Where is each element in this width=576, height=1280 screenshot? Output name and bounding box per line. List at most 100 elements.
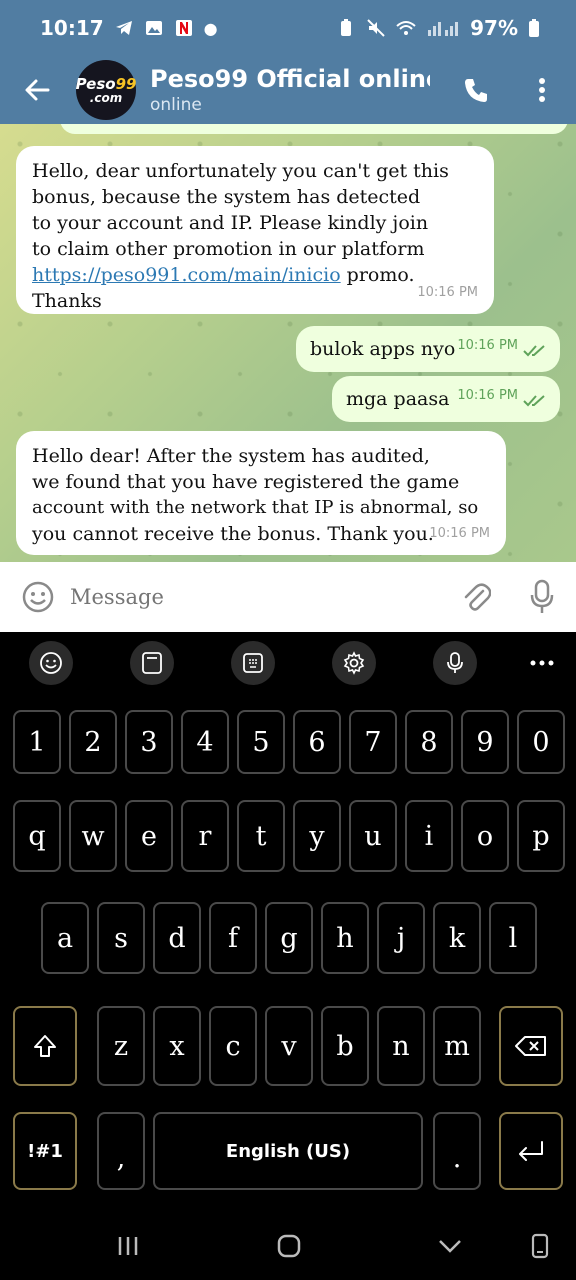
key-j[interactable]: j — [377, 902, 425, 974]
keyboard-layout-button[interactable] — [231, 641, 275, 685]
attach-button[interactable] — [446, 562, 506, 632]
key-p[interactable]: p — [517, 800, 565, 872]
keyboard-more-button[interactable] — [520, 641, 564, 685]
key-h[interactable]: h — [321, 902, 369, 974]
key-l[interactable]: l — [489, 902, 537, 974]
key-0[interactable]: 0 — [517, 710, 565, 774]
voice-message-button[interactable] — [512, 562, 572, 632]
message-input-bar — [0, 562, 576, 632]
key-b[interactable]: b — [321, 1006, 369, 1086]
call-button[interactable] — [448, 56, 504, 124]
key-6[interactable]: 6 — [293, 710, 341, 774]
keyboard-voice-button[interactable] — [433, 641, 477, 685]
wifi-icon — [396, 21, 416, 35]
backspace-icon — [515, 1036, 546, 1056]
key-2[interactable]: 2 — [69, 710, 117, 774]
chat-title-area[interactable]: Peso99 Official online cu online — [150, 65, 430, 115]
key-n[interactable]: n — [377, 1006, 425, 1086]
key-r[interactable]: r — [181, 800, 229, 872]
back-button[interactable] — [0, 56, 76, 124]
keyboard-clipboard-button[interactable] — [130, 641, 174, 685]
key-u[interactable]: u — [349, 800, 397, 872]
chat-area[interactable]: Hello, dear unfortunately you can't get … — [0, 124, 576, 562]
message-line: Hello, dear unfortunately you can't get … — [32, 160, 449, 182]
message-input[interactable] — [70, 577, 430, 617]
more-options-button[interactable] — [514, 56, 570, 124]
status-time: 10:17 — [40, 16, 104, 40]
key-k[interactable]: k — [433, 902, 481, 974]
key-c[interactable]: c — [209, 1006, 257, 1086]
key-o[interactable]: o — [461, 800, 509, 872]
keyboard-switch-button[interactable] — [500, 1212, 576, 1280]
key-a[interactable]: a — [41, 902, 89, 974]
keyboard: 1 2 3 4 5 6 7 8 9 0 q w e r t y u i o p … — [0, 632, 576, 1212]
message-time: 10:16 PM — [457, 388, 518, 403]
key-3[interactable]: 3 — [125, 710, 173, 774]
incoming-message-bubble[interactable]: Hello, dear unfortunately you can't get … — [16, 146, 494, 314]
keyboard-grid-icon — [243, 653, 263, 673]
emoji-icon — [40, 652, 62, 674]
status-bar: 10:17 ● 97% — [0, 0, 576, 56]
key-v[interactable]: v — [265, 1006, 313, 1086]
keyboard-emoji-button[interactable] — [29, 641, 73, 685]
key-1[interactable]: 1 — [13, 710, 61, 774]
recent-apps-button[interactable] — [88, 1212, 168, 1280]
message-link[interactable]: https://peso991.com/main/inicio — [32, 264, 341, 286]
message-line: we found that you have registered the ga… — [32, 471, 460, 493]
outgoing-message-bubble[interactable]: bulok apps nyo 10:16 PM — [296, 326, 560, 372]
message-time: 10:16 PM — [417, 285, 478, 300]
message-time: 10:16 PM — [429, 526, 490, 541]
symbols-key[interactable]: !#1 — [13, 1112, 77, 1190]
key-9[interactable]: 9 — [461, 710, 509, 774]
battery-icon — [529, 19, 539, 37]
avatar[interactable]: Peso99 .com — [76, 60, 136, 120]
message-line: you cannot receive the bonus. Thank you. — [32, 523, 434, 545]
key-t[interactable]: t — [237, 800, 285, 872]
home-button[interactable] — [249, 1212, 329, 1280]
back-arrow-icon — [25, 79, 50, 101]
emoji-button[interactable] — [8, 562, 68, 632]
message-line: account with the network that IP is abno… — [32, 497, 479, 518]
outgoing-message-bubble[interactable]: mga paasa 10:16 PM — [332, 376, 560, 422]
message-text: mga paasa — [346, 388, 450, 410]
message-text: bulok apps nyo — [310, 338, 456, 360]
key-m[interactable]: m — [433, 1006, 481, 1086]
key-q[interactable]: q — [13, 800, 61, 872]
key-7[interactable]: 7 — [349, 710, 397, 774]
mute-icon — [367, 19, 385, 37]
previous-message-bubble[interactable] — [60, 124, 568, 134]
keyboard-settings-button[interactable] — [332, 641, 376, 685]
shift-key[interactable] — [13, 1006, 77, 1086]
incoming-message-bubble[interactable]: Hello dear! After the system has audited… — [16, 431, 506, 555]
key-d[interactable]: d — [153, 902, 201, 974]
message-line: to claim other promotion in our platform — [32, 238, 425, 260]
key-x[interactable]: x — [153, 1006, 201, 1086]
avatar-text-99: 99 — [115, 74, 137, 93]
key-i[interactable]: i — [405, 800, 453, 872]
clipboard-icon — [142, 652, 162, 674]
gear-icon — [343, 651, 365, 675]
comma-key[interactable]: , — [97, 1112, 145, 1190]
enter-key[interactable] — [499, 1112, 563, 1190]
chat-status: online — [150, 95, 202, 115]
key-z[interactable]: z — [97, 1006, 145, 1086]
key-e[interactable]: e — [125, 800, 173, 872]
chevron-down-icon — [439, 1240, 461, 1253]
key-y[interactable]: y — [293, 800, 341, 872]
key-5[interactable]: 5 — [237, 710, 285, 774]
more-horizontal-icon — [530, 660, 554, 666]
key-s[interactable]: s — [97, 902, 145, 974]
telegram-icon — [115, 21, 132, 35]
key-g[interactable]: g — [265, 902, 313, 974]
hide-keyboard-button[interactable] — [410, 1212, 490, 1280]
key-4[interactable]: 4 — [181, 710, 229, 774]
microphone-icon — [530, 579, 554, 613]
paperclip-icon — [464, 583, 491, 611]
key-f[interactable]: f — [209, 902, 257, 974]
key-w[interactable]: w — [69, 800, 117, 872]
backspace-key[interactable] — [499, 1006, 563, 1086]
shift-icon — [34, 1035, 56, 1057]
period-key[interactable]: . — [433, 1112, 481, 1190]
key-8[interactable]: 8 — [405, 710, 453, 774]
space-key[interactable]: English (US) — [153, 1112, 423, 1190]
